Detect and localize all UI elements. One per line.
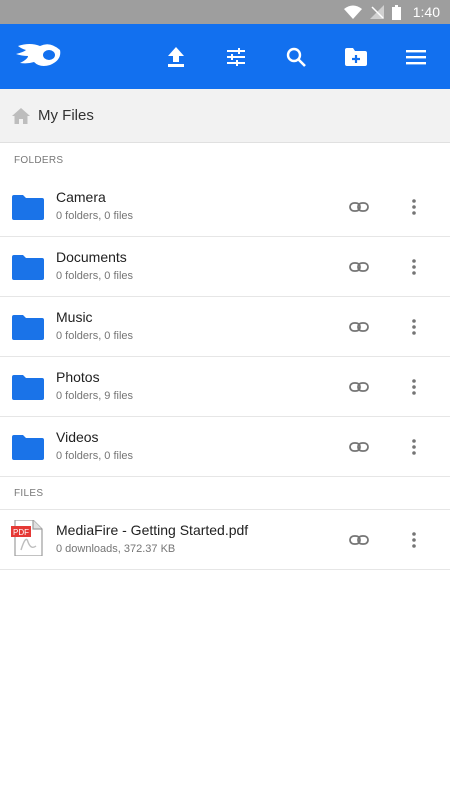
folder-list: Camera 0 folders, 0 files Documents 0 fo… <box>0 177 450 477</box>
upload-icon[interactable] <box>163 44 189 70</box>
folder-row[interactable]: Documents 0 folders, 0 files <box>0 237 450 297</box>
folder-row[interactable]: Photos 0 folders, 9 files <box>0 357 450 417</box>
link-icon[interactable] <box>349 379 369 395</box>
new-folder-icon[interactable] <box>343 44 369 70</box>
folder-icon <box>12 195 44 220</box>
folder-name: Music <box>56 309 93 325</box>
link-icon[interactable] <box>349 532 369 548</box>
link-icon[interactable] <box>349 319 369 335</box>
more-options-icon[interactable] <box>404 527 424 553</box>
folder-name: Videos <box>56 429 99 445</box>
link-icon[interactable] <box>349 199 369 215</box>
battery-icon <box>391 4 401 20</box>
more-options-icon[interactable] <box>404 314 424 340</box>
folder-meta: 0 folders, 0 files <box>56 210 134 222</box>
folder-meta: 0 folders, 9 files <box>56 390 134 402</box>
folder-meta: 0 folders, 0 files <box>56 270 134 282</box>
files-section-header: FILES <box>14 487 44 499</box>
status-time: 1:40 <box>412 4 440 20</box>
link-icon[interactable] <box>349 259 369 275</box>
filter-icon[interactable] <box>223 44 249 70</box>
folder-row[interactable]: Videos 0 folders, 0 files <box>0 417 450 477</box>
more-options-icon[interactable] <box>404 194 424 220</box>
folder-name: Camera <box>56 189 106 205</box>
folder-icon <box>12 375 44 400</box>
folder-row[interactable]: Music 0 folders, 0 files <box>0 297 450 357</box>
folders-section-header: FOLDERS <box>14 154 64 166</box>
folder-meta: 0 folders, 0 files <box>56 450 134 462</box>
more-options-icon[interactable] <box>404 434 424 460</box>
file-name: MediaFire - Getting Started.pdf <box>56 522 249 538</box>
app-bar <box>0 24 450 89</box>
breadcrumb-current[interactable]: My Files <box>38 107 94 124</box>
folder-name: Documents <box>56 249 127 265</box>
mediafire-logo[interactable] <box>16 42 62 73</box>
breadcrumb: My Files <box>0 89 450 143</box>
folder-row[interactable]: Camera 0 folders, 0 files <box>0 177 450 237</box>
folder-icon <box>12 255 44 280</box>
pdf-badge: PDF <box>13 528 29 537</box>
home-icon[interactable] <box>12 107 30 124</box>
more-options-icon[interactable] <box>404 254 424 280</box>
pdf-file-icon: PDF <box>11 520 43 556</box>
menu-icon[interactable] <box>403 44 429 70</box>
file-row[interactable]: PDF MediaFire - Getting Started.pdf 0 do… <box>0 510 450 570</box>
file-meta: 0 downloads, 372.37 KB <box>56 543 176 555</box>
more-options-icon[interactable] <box>404 374 424 400</box>
status-bar: 1:40 <box>0 0 450 24</box>
folder-name: Photos <box>56 369 100 385</box>
wifi-icon <box>343 5 362 19</box>
search-icon[interactable] <box>283 44 309 70</box>
link-icon[interactable] <box>349 439 369 455</box>
no-signal-icon <box>369 5 384 19</box>
folder-icon <box>12 315 44 340</box>
folder-meta: 0 folders, 0 files <box>56 330 134 342</box>
folder-icon <box>12 435 44 460</box>
file-list: PDF MediaFire - Getting Started.pdf 0 do… <box>0 509 450 570</box>
